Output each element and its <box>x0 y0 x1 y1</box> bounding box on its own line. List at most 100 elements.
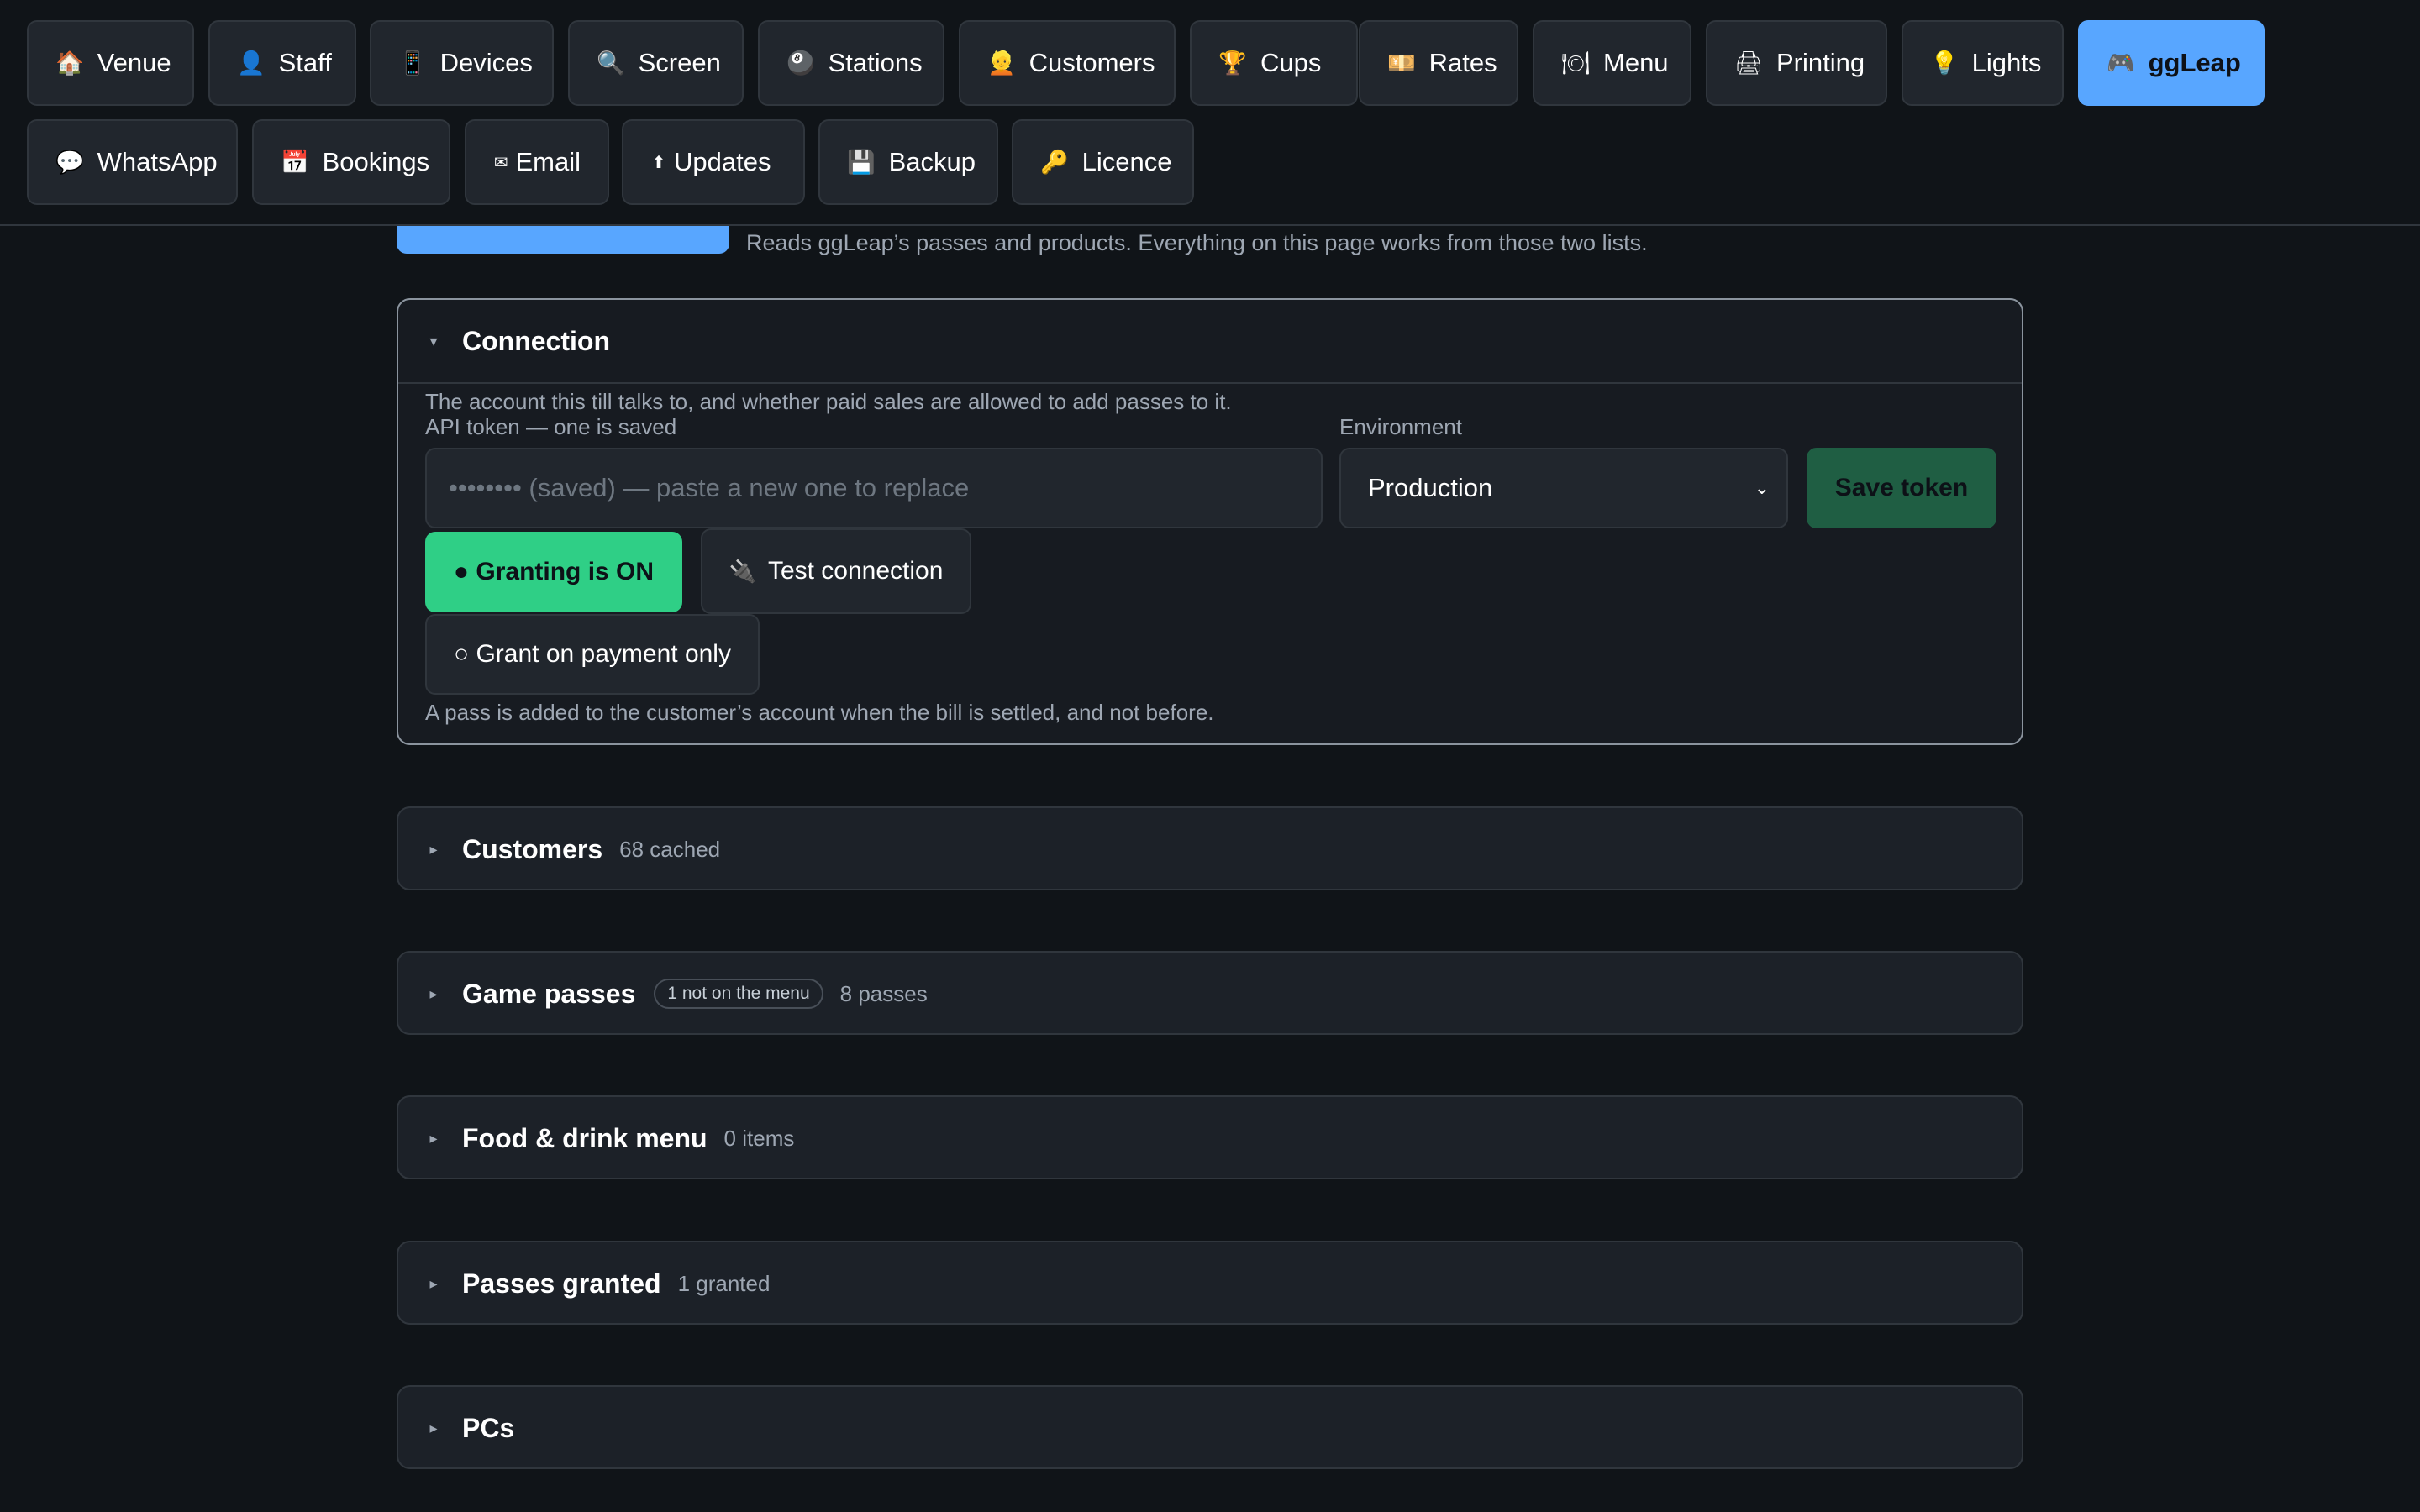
food-menu-count: 0 items <box>723 1125 795 1151</box>
save-token-button[interactable]: Save token <box>1807 448 1996 528</box>
environment-select[interactable]: Production ⌄ <box>1339 448 1788 528</box>
envelope-icon: ✉ <box>493 153 508 172</box>
nav-updates-button[interactable]: ⬆ Updates <box>622 119 805 205</box>
refresh-button-partial[interactable] <box>397 226 729 254</box>
nav-menu-button[interactable]: 🍽 Menu <box>1533 20 1691 106</box>
caret-down-icon: ▾ <box>429 333 438 349</box>
nav-email-button[interactable]: ✉ Email <box>465 119 609 205</box>
game-passes-panel: ▸ Game passes 1 not on the menu 8 passes <box>397 951 2023 1035</box>
game-passes-title: Game passes <box>462 978 636 1009</box>
plate-icon: 🍽 <box>1561 50 1591 76</box>
test-connection-button[interactable]: 🔌 Test connection <box>701 528 971 614</box>
top-nav: 🏠 Venue 👤 Staff 📱 Devices 🔍 Screen 🎱 Sta… <box>0 0 2420 226</box>
passes-granted-count: 1 granted <box>677 1270 771 1296</box>
nav-ggleap-button[interactable]: 🎮 ggLeap <box>2078 20 2265 106</box>
pcs-title: PCs <box>462 1412 515 1443</box>
nav-backup-button[interactable]: 💾 Backup <box>818 119 998 205</box>
page-content: Reads ggLeap’s passes and products. Ever… <box>0 226 2420 1512</box>
caret-right-icon: ▸ <box>429 1130 438 1147</box>
nav-staff-button[interactable]: 👤 Staff <box>208 20 356 106</box>
printer-icon: 🖨 <box>1734 50 1764 76</box>
caret-right-icon: ▸ <box>429 1275 438 1292</box>
connection-divider <box>398 382 2022 384</box>
nav-devices-button[interactable]: 📱 Devices <box>370 20 554 106</box>
environment-label: Environment <box>1339 414 1462 439</box>
pcs-header[interactable]: ▸ PCs <box>398 1387 2022 1469</box>
test-connection-label: Test connection <box>767 557 944 585</box>
eight-ball-icon: 🎱 <box>786 50 815 76</box>
customers-count: 68 cached <box>619 836 721 862</box>
person-icon: 👤 <box>237 50 266 76</box>
nav-stations-label: Stations <box>828 48 923 77</box>
nav-licence-button[interactable]: 🔑 Licence <box>1012 119 1194 205</box>
page-description: Reads ggLeap’s passes and products. Ever… <box>746 230 1648 255</box>
food-menu-header[interactable]: ▸ Food & drink menu 0 items <box>398 1097 2022 1179</box>
grant-on-payment-label: ○ Grant on payment only <box>454 640 731 668</box>
nav-screen-button[interactable]: 🔍 Screen <box>568 20 744 106</box>
grant-note: A pass is added to the customer’s accoun… <box>425 700 1214 725</box>
nav-bookings-button[interactable]: 📅 Bookings <box>252 119 450 205</box>
passes-granted-header[interactable]: ▸ Passes granted 1 granted <box>398 1242 2022 1325</box>
customers-title: Customers <box>462 833 603 864</box>
nav-bookings-label: Bookings <box>322 147 430 176</box>
nav-printing-label: Printing <box>1776 48 1865 77</box>
game-passes-count: 8 passes <box>839 980 928 1006</box>
nav-cups-button[interactable]: 🏆 Cups <box>1190 20 1358 106</box>
connection-title: Connection <box>462 325 610 356</box>
calendar-icon: 📅 <box>281 150 309 175</box>
caret-right-icon: ▸ <box>429 841 438 858</box>
pcs-panel: ▸ PCs <box>397 1385 2023 1469</box>
grant-on-payment-option[interactable]: ○ Grant on payment only <box>425 614 760 695</box>
magnifier-icon: 🔍 <box>597 50 625 76</box>
nav-customers-label: Customers <box>1028 48 1155 77</box>
environment-value: Production <box>1368 473 1493 502</box>
nav-email-label: Email <box>515 147 581 176</box>
save-token-label: Save token <box>1834 474 1969 501</box>
nav-updates-label: Updates <box>674 147 771 176</box>
nav-menu-label: Menu <box>1603 48 1669 77</box>
game-passes-header[interactable]: ▸ Game passes 1 not on the menu 8 passes <box>398 953 2022 1035</box>
nav-venue-button[interactable]: 🏠 Venue <box>27 20 194 106</box>
caret-right-icon: ▸ <box>429 985 438 1002</box>
trophy-icon: 🏆 <box>1218 50 1247 76</box>
speech-bubble-icon: 💬 <box>55 150 84 175</box>
nav-screen-label: Screen <box>638 48 721 77</box>
nav-cups-label: Cups <box>1260 48 1322 77</box>
passes-granted-title: Passes granted <box>462 1268 661 1299</box>
nav-ggleap-label: ggLeap <box>2148 48 2241 77</box>
token-label: API token — one is saved <box>425 414 677 439</box>
nav-backup-label: Backup <box>888 147 976 176</box>
api-token-input[interactable] <box>425 448 1323 528</box>
customers-panel: ▸ Customers 68 cached <box>397 806 2023 890</box>
customer-icon: 👱 <box>987 50 1016 76</box>
caret-right-icon: ▸ <box>429 1420 438 1436</box>
up-arrow-icon: ⬆ <box>651 153 666 172</box>
phone-icon: 📱 <box>398 50 427 76</box>
house-icon: 🏠 <box>55 50 84 76</box>
nav-lights-label: Lights <box>1971 48 2042 77</box>
nav-licence-label: Licence <box>1081 147 1172 176</box>
nav-whatsapp-label: WhatsApp <box>97 147 218 176</box>
nav-staff-label: Staff <box>278 48 332 77</box>
nav-stations-button[interactable]: 🎱 Stations <box>758 20 944 106</box>
customers-header[interactable]: ▸ Customers 68 cached <box>398 808 2022 890</box>
floppy-disk-icon: 💾 <box>847 150 876 175</box>
connection-header[interactable]: ▾ Connection <box>398 300 2022 382</box>
chevron-down-icon: ⌄ <box>1754 477 1770 498</box>
plug-icon: 🔌 <box>729 558 756 584</box>
nav-rates-button[interactable]: 💴 Rates <box>1359 20 1518 106</box>
food-menu-title: Food & drink menu <box>462 1122 708 1153</box>
connection-description: The account this till talks to, and whet… <box>425 389 1232 414</box>
nav-printing-button[interactable]: 🖨 Printing <box>1706 20 1887 106</box>
connection-panel: ▾ Connection The account this till talks… <box>397 298 2023 745</box>
passes-granted-panel: ▸ Passes granted 1 granted <box>397 1241 2023 1325</box>
granting-toggle[interactable]: ● Granting is ON <box>425 532 682 612</box>
banknote-icon: 💴 <box>1387 50 1416 76</box>
nav-customers-button[interactable]: 👱 Customers <box>959 20 1176 106</box>
nav-devices-label: Devices <box>439 48 533 77</box>
not-on-menu-badge: 1 not on the menu <box>654 979 823 1009</box>
nav-whatsapp-button[interactable]: 💬 WhatsApp <box>27 119 238 205</box>
nav-lights-button[interactable]: 💡 Lights <box>1902 20 2064 106</box>
food-menu-panel: ▸ Food & drink menu 0 items <box>397 1095 2023 1179</box>
gamepad-icon: 🎮 <box>2107 50 2135 76</box>
